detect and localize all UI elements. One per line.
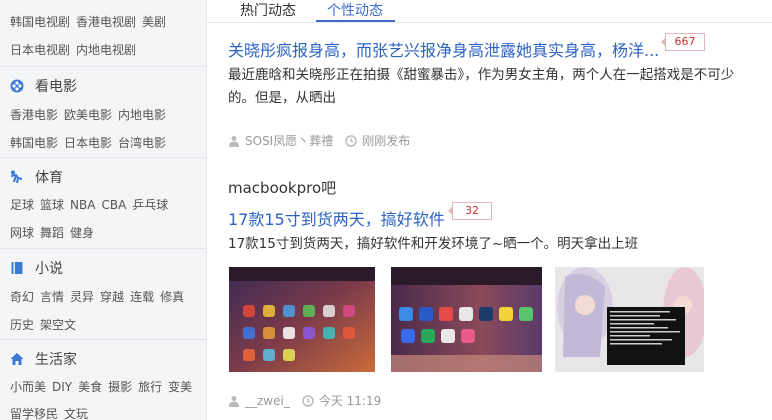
sidebar-link[interactable]: 日本电视剧 <box>10 43 70 57</box>
user-icon <box>229 135 239 147</box>
post-meta: __zwei_ 今天 11:19 <box>228 392 381 409</box>
sidebar-link[interactable]: 足球 <box>10 198 34 212</box>
sidebar-row: 日本电视剧 内地电视剧 <box>10 41 142 58</box>
sidebar: 韩国电视剧 香港电视剧 美剧 日本电视剧 内地电视剧 看电影 香港电影 欧美电影 内地电影… <box>0 0 207 420</box>
sidebar-link[interactable]: 文玩 <box>64 407 88 420</box>
sidebar-link[interactable]: 内地电影 <box>118 108 166 122</box>
sidebar-link[interactable]: 欧美电影 <box>64 108 112 122</box>
home-icon <box>10 353 24 365</box>
reply-count-badge: 667 <box>661 33 705 51</box>
sidebar-row: 网球 舞蹈 健身 <box>10 224 100 241</box>
sidebar-section-title: 生活家 <box>35 352 77 368</box>
user-icon <box>229 395 239 407</box>
sidebar-divider <box>0 248 206 249</box>
sidebar-link[interactable]: 奇幻 <box>10 290 34 304</box>
post-author[interactable]: SOSI凤愿丶葬禮 <box>245 132 333 149</box>
sidebar-divider <box>0 339 206 340</box>
sidebar-divider <box>0 66 206 67</box>
post-image-thumbnail[interactable] <box>229 267 375 372</box>
clock-icon <box>302 394 314 407</box>
post-author[interactable]: __zwei_ <box>245 394 290 408</box>
sidebar-link[interactable]: 留学移民 <box>10 407 58 420</box>
sidebar-link[interactable]: 连载 <box>130 290 154 304</box>
sidebar-section-sports[interactable]: 体育 <box>10 167 63 187</box>
sidebar-row: 韩国电影 日本电影 台湾电影 <box>10 134 172 151</box>
sidebar-link[interactable]: 韩国电影 <box>10 136 58 150</box>
sidebar-link[interactable]: 架空文 <box>40 318 76 332</box>
photo-laptop-terminal <box>555 267 704 372</box>
sidebar-row: 韩国电视剧 香港电视剧 美剧 <box>10 13 172 30</box>
photo-laptop-dock <box>391 267 542 372</box>
sidebar-link[interactable]: 言情 <box>40 290 64 304</box>
tab-personal[interactable]: 个性动态 <box>327 0 383 20</box>
sidebar-divider <box>0 157 206 158</box>
sidebar-link[interactable]: CBA <box>101 198 126 212</box>
sidebar-link[interactable]: 修真 <box>160 290 184 304</box>
photo-laptop-screen <box>229 267 375 372</box>
sports-icon <box>10 170 23 184</box>
sidebar-row: 香港电影 欧美电影 内地电影 <box>10 106 172 123</box>
sidebar-link[interactable]: 小而美 <box>10 380 46 394</box>
feed-tabs: 热门动态 个性动态 <box>207 0 772 23</box>
sidebar-link[interactable]: 台湾电影 <box>118 136 166 150</box>
sidebar-section-novels[interactable]: 小说 <box>10 258 63 278</box>
sidebar-link[interactable]: 网球 <box>10 226 34 240</box>
sidebar-link[interactable]: 旅行 <box>138 380 162 394</box>
post-title[interactable]: 关晓彤疯报身高，而张艺兴报净身高泄露她真实身高，杨洋... <box>228 37 659 61</box>
sidebar-row: 留学移民 文玩 <box>10 405 94 420</box>
sidebar-link[interactable]: 变美 <box>168 380 192 394</box>
active-tab-indicator <box>316 20 395 22</box>
sidebar-link[interactable]: NBA <box>70 198 95 212</box>
sidebar-link[interactable]: 内地电视剧 <box>76 43 136 57</box>
sidebar-link[interactable]: 香港电影 <box>10 108 58 122</box>
sidebar-link[interactable]: 穿越 <box>100 290 124 304</box>
post-excerpt[interactable]: 17款15寸到货两天，搞好软件和开发环境了~晒一个。明天拿出上班 <box>228 233 748 256</box>
post-image-thumbnail[interactable] <box>391 267 542 372</box>
sidebar-link[interactable]: 健身 <box>70 226 94 240</box>
sidebar-row: 奇幻 言情 灵异 穿越 连载 修真 <box>10 288 190 305</box>
sidebar-link[interactable]: 美剧 <box>142 15 166 29</box>
sidebar-link[interactable]: 香港电视剧 <box>76 15 136 29</box>
sidebar-link[interactable]: 舞蹈 <box>40 226 64 240</box>
sidebar-row: 小而美 DIY 美食 摄影 旅行 变美 <box>10 378 198 395</box>
sidebar-link[interactable]: 摄影 <box>108 380 132 394</box>
sidebar-link[interactable]: 美食 <box>78 380 102 394</box>
post-meta: SOSI凤愿丶葬禮 刚刚发布 <box>228 132 410 149</box>
sidebar-row: 足球 篮球 NBA CBA 乒乓球 <box>10 196 174 213</box>
sidebar-section-title: 小说 <box>35 261 63 277</box>
book-icon <box>11 262 23 274</box>
sidebar-section-movies[interactable]: 看电影 <box>10 76 77 96</box>
sidebar-link[interactable]: 乒乓球 <box>132 198 168 212</box>
film-icon <box>10 79 24 93</box>
sidebar-link[interactable]: 日本电影 <box>64 136 112 150</box>
sidebar-section-title: 体育 <box>35 170 63 186</box>
post-time: 今天 11:19 <box>318 394 382 408</box>
post-excerpt[interactable]: 最近鹿晗和关晓彤正在拍摄《甜蜜暴击》，作为男女主角，两个人在一起搭戏是不可少的。… <box>228 64 748 110</box>
sidebar-row: 历史 架空文 <box>10 316 82 333</box>
feed: 热门动态 个性动态 关晓彤疯报身高，而张艺兴报净身高泄露她真实身高，杨洋... … <box>207 0 772 420</box>
clock-icon <box>345 134 357 147</box>
forum-name[interactable]: macbookpro吧 <box>228 177 336 198</box>
sidebar-section-life[interactable]: 生活家 <box>10 349 77 369</box>
post-time: 刚刚发布 <box>362 134 411 148</box>
tab-hot[interactable]: 热门动态 <box>240 0 296 20</box>
sidebar-link[interactable]: 篮球 <box>40 198 64 212</box>
sidebar-link[interactable]: 历史 <box>10 318 34 332</box>
sidebar-section-title: 看电影 <box>35 79 77 95</box>
sidebar-link[interactable]: 韩国电视剧 <box>10 15 70 29</box>
reply-count-badge: 32 <box>448 202 492 220</box>
post-image-thumbnail[interactable] <box>555 267 704 372</box>
sidebar-link[interactable]: 灵异 <box>70 290 94 304</box>
sidebar-link[interactable]: DIY <box>52 380 72 394</box>
post-title[interactable]: 17款15寸到货两天，搞好软件 <box>228 206 445 230</box>
